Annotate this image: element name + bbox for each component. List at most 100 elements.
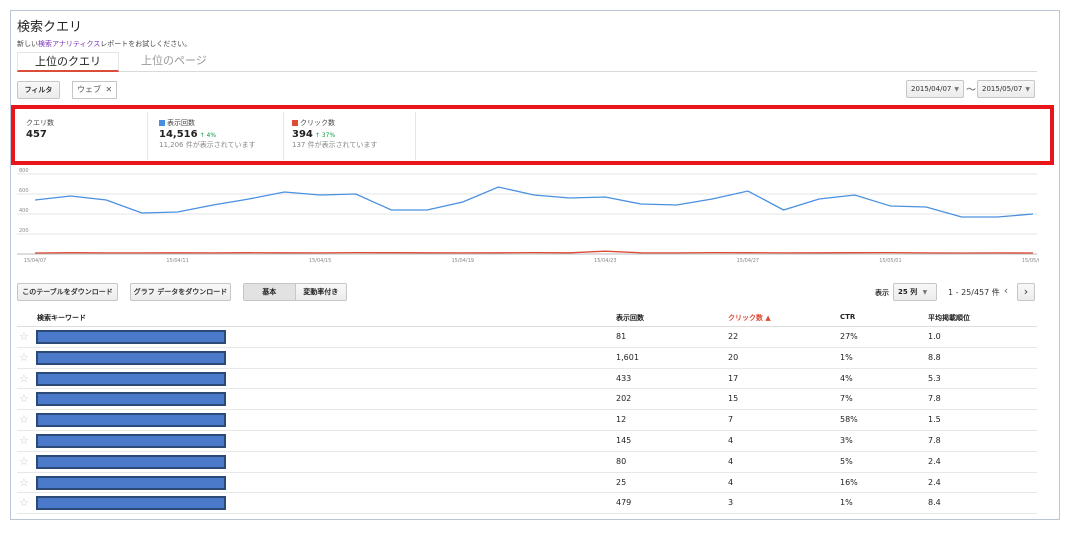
cell-clicks: 4 [728, 435, 734, 445]
date-separator: 〜 [966, 85, 976, 96]
cell-ctr: 5% [840, 456, 853, 466]
column-ctr[interactable]: CTR [840, 313, 855, 321]
end-date-picker[interactable]: 2015/05/07 ▼ [977, 80, 1035, 98]
table-row[interactable]: ☆ 145 4 3% 7.8 [17, 431, 1037, 452]
next-page-button[interactable]: › [1017, 283, 1035, 301]
cell-impressions: 433 [616, 373, 632, 383]
x-tick-label: 15/04/23 [594, 258, 616, 264]
x-tick-label: 15/04/19 [451, 258, 473, 264]
x-tick-label: 15/04/27 [737, 258, 759, 264]
redacted-keyword [36, 413, 226, 428]
redacted-keyword [36, 392, 226, 407]
redacted-keyword [36, 475, 226, 490]
cell-ctr: 3% [840, 435, 853, 445]
web-chip-label: ウェブ [77, 85, 101, 94]
cell-ctr: 58% [840, 415, 858, 425]
notice-prefix: 新しい [17, 40, 38, 48]
table-row[interactable]: ☆ 25 4 16% 2.4 [17, 473, 1037, 494]
highlight-box [11, 105, 1054, 165]
download-chart-data-button[interactable]: グラフ データをダウンロード [130, 283, 231, 301]
cell-position: 1.5 [928, 415, 941, 425]
cell-impressions: 80 [616, 456, 627, 466]
y-tick-label: 600 [19, 188, 29, 194]
filter-button[interactable]: フィルタ [17, 81, 60, 99]
x-tick-label: 15/05/01 [879, 258, 901, 264]
column-position[interactable]: 平均掲載順位 [928, 313, 970, 323]
rows-per-page-select[interactable]: 25 列 ▼ [893, 283, 937, 301]
column-clicks[interactable]: クリック数 ▲ [728, 313, 771, 323]
cell-ctr: 27% [840, 332, 858, 341]
cell-clicks: 17 [728, 373, 739, 383]
star-icon[interactable]: ☆ [19, 351, 29, 364]
star-icon[interactable]: ☆ [19, 372, 29, 385]
start-date-value: 2015/04/07 [911, 85, 952, 93]
cell-impressions: 145 [616, 435, 632, 445]
cell-clicks: 15 [728, 394, 739, 404]
star-icon[interactable]: ☆ [19, 413, 29, 426]
y-tick-label: 200 [19, 228, 29, 234]
tab-bar: 上位のクエリ 上位のページ [17, 52, 1037, 72]
cell-clicks: 7 [728, 415, 734, 425]
x-tick-label: 15/04/11 [166, 258, 188, 264]
basic-view-button[interactable]: 基本 [244, 284, 296, 300]
cell-ctr: 4% [840, 373, 853, 383]
start-date-picker[interactable]: 2015/04/07 ▼ [906, 80, 964, 98]
cell-ctr: 1% [840, 352, 853, 362]
star-icon[interactable]: ☆ [19, 496, 29, 509]
table-row[interactable]: ☆ 433 17 4% 5.3 [17, 369, 1037, 390]
download-table-button[interactable]: このテーブルをダウンロード [17, 283, 118, 301]
table-row[interactable]: ☆ 12 7 58% 1.5 [17, 410, 1037, 431]
notice: 新しい検索アナリティクスレポートをお試しください。 [17, 39, 191, 49]
cell-ctr: 7% [840, 394, 853, 404]
search-analytics-link[interactable]: 検索アナリティクス [38, 40, 100, 48]
cell-impressions: 81 [616, 332, 627, 341]
x-tick-label: 15/04/15 [309, 258, 331, 264]
close-icon[interactable]: ✕ [106, 85, 113, 94]
chevron-down-icon: ▼ [922, 289, 928, 296]
web-filter-chip[interactable]: ウェブ ✕ [72, 81, 118, 99]
cell-position: 5.3 [928, 373, 941, 383]
redacted-keyword [36, 433, 226, 448]
star-icon[interactable]: ☆ [19, 392, 29, 405]
x-tick-label: 15/05/05 [1022, 258, 1039, 264]
table-row[interactable]: ☆ 81 22 27% 1.0 [17, 327, 1037, 348]
cell-clicks: 22 [728, 332, 739, 341]
end-date-value: 2015/05/07 [982, 85, 1023, 93]
change-view-button[interactable]: 変動率付き [295, 284, 346, 300]
star-icon[interactable]: ☆ [19, 330, 29, 343]
cell-position: 8.8 [928, 352, 941, 362]
tab-top-pages[interactable]: 上位のページ [124, 52, 224, 72]
star-icon[interactable]: ☆ [19, 476, 29, 489]
view-toggle: 基本 変動率付き [243, 283, 347, 301]
series-line [34, 186, 1034, 218]
cell-clicks: 4 [728, 477, 734, 487]
cell-impressions: 25 [616, 477, 627, 487]
table-row[interactable]: ☆ 202 15 7% 7.8 [17, 389, 1037, 411]
column-impressions[interactable]: 表示回数 [616, 313, 644, 323]
table-row[interactable]: ☆ 1,601 20 1% 8.8 [17, 348, 1037, 369]
redacted-keyword [36, 330, 226, 344]
cell-position: 2.4 [928, 477, 941, 487]
column-keyword[interactable]: 検索キーワード [37, 313, 86, 323]
cell-position: 7.8 [928, 394, 941, 404]
redacted-keyword [36, 496, 226, 511]
y-tick-label: 800 [19, 168, 29, 174]
table-row[interactable]: ☆ 479 3 1% 8.4 [17, 493, 1037, 515]
page-title: 検索クエリ [17, 20, 83, 35]
cell-clicks: 20 [728, 352, 739, 362]
cell-clicks: 4 [728, 456, 734, 466]
cell-ctr: 16% [840, 477, 858, 487]
table-row[interactable]: ☆ 80 4 5% 2.4 [17, 452, 1037, 473]
cell-impressions: 479 [616, 498, 632, 508]
prev-page-button[interactable]: ‹ [997, 283, 1015, 301]
trend-chart: 800 600 400 200 15/04/07 15/04/11 15/04/15 15/0… [17, 168, 1039, 264]
cell-impressions: 202 [616, 394, 632, 404]
redacted-keyword [36, 454, 226, 469]
show-label: 表示 [875, 289, 889, 297]
table-header: 検索キーワード 表示回数 クリック数 ▲ CTR 平均掲載順位 [17, 309, 1037, 327]
star-icon[interactable]: ☆ [19, 434, 29, 447]
star-icon[interactable]: ☆ [19, 455, 29, 468]
cell-position: 7.8 [928, 435, 941, 445]
tab-top-queries[interactable]: 上位のクエリ [17, 52, 119, 72]
cell-position: 2.4 [928, 456, 941, 466]
